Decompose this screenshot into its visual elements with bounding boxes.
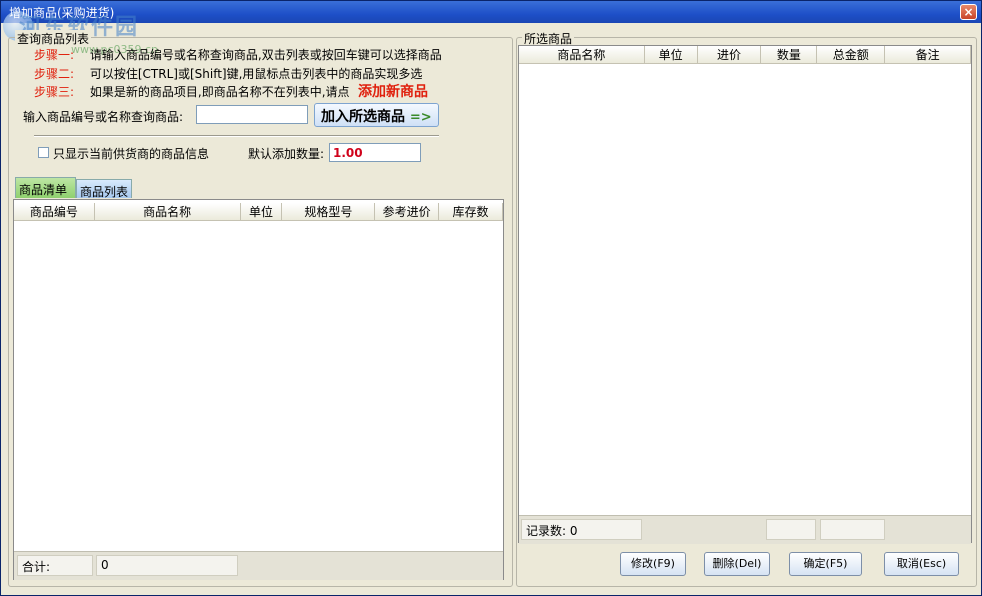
column-header[interactable]: 商品名称 [519, 46, 645, 64]
column-header[interactable]: 数量 [760, 46, 818, 64]
step-text: 如果是新的商品项目,即商品名称不在列表中,请点 [89, 85, 350, 99]
tab-product-inventory[interactable]: 商品清单 [15, 177, 76, 198]
column-header[interactable]: 库存数 [438, 203, 503, 221]
only-current-supplier-label: 只显示当前供货商的商品信息 [53, 147, 210, 161]
add-selected-button[interactable]: 加入所选商品 => [314, 103, 439, 127]
delete-button[interactable]: 删除(Del) [704, 552, 770, 576]
record-count-label: 记录数: [526, 524, 567, 538]
step-label: 步骤二: [34, 67, 75, 81]
step-label: 步骤一: [34, 48, 75, 62]
search-input[interactable] [196, 105, 308, 124]
total-label: 合计: [17, 555, 93, 576]
column-header[interactable]: 参考进价 [374, 203, 440, 221]
tab-product-list[interactable]: 商品列表 [76, 179, 132, 199]
product-list-panel [13, 199, 504, 580]
step-2: 步骤二: 可以按住[CTRL]或[Shift]键,用鼠标点击列表中的商品实现多选 [34, 65, 422, 82]
selected-products-table[interactable]: 商品名称 单位 进价 数量 总金额 备注 [519, 46, 971, 64]
table-header-row: 商品名称 单位 进价 数量 总金额 备注 [519, 46, 971, 64]
column-header[interactable]: 单位 [240, 203, 283, 221]
step-text: 可以按住[CTRL]或[Shift]键,用鼠标点击列表中的商品实现多选 [89, 67, 423, 81]
modify-button[interactable]: 修改(F9) [620, 552, 686, 576]
record-count: 记录数: 0 [521, 519, 642, 540]
column-header[interactable]: 商品名称 [94, 203, 241, 221]
close-button[interactable]: × [960, 4, 977, 20]
footer-cell-empty [820, 519, 885, 540]
dialog-window: 增加商品(采购进货) 河东软件园 × www.pc0359.cn 查询商品列表 … [0, 0, 982, 596]
step-text: 请输入商品编号或名称查询商品,双击列表或按回车键可以选择商品 [89, 48, 442, 62]
arrow-right-icon: => [409, 110, 432, 125]
column-header[interactable]: 商品编号 [14, 203, 95, 221]
divider [34, 135, 439, 137]
footer-cell-empty [766, 519, 816, 540]
confirm-button[interactable]: 确定(F5) [789, 552, 862, 576]
add-new-product-link[interactable]: 添加新商品 [358, 81, 428, 101]
step-1: 步骤一: 请输入商品编号或名称查询商品,双击列表或按回车键可以选择商品 [34, 46, 442, 63]
default-qty-label: 默认添加数量: [248, 147, 325, 161]
column-header[interactable]: 进价 [697, 46, 762, 64]
add-selected-label: 加入所选商品 [321, 109, 405, 125]
only-current-supplier-checkbox[interactable] [38, 147, 49, 158]
column-header[interactable]: 总金额 [816, 46, 886, 64]
title-bar[interactable]: 增加商品(采购进货) 河东软件园 × [1, 1, 981, 41]
step-3: 步骤三: 如果是新的商品项目,即商品名称不在列表中,请点 [34, 83, 350, 100]
column-header[interactable]: 单位 [644, 46, 698, 64]
column-header[interactable]: 备注 [884, 46, 971, 64]
default-qty-input[interactable]: 1.00 [329, 143, 421, 162]
step-label: 步骤三: [34, 85, 75, 99]
cancel-button[interactable]: 取消(Esc) [884, 552, 959, 576]
product-table[interactable]: 商品编号 商品名称 单位 规格型号 参考进价 库存数 [14, 203, 503, 221]
selected-list-panel [518, 45, 972, 543]
total-value: 0 [96, 555, 238, 576]
search-label: 输入商品编号或名称查询商品: [23, 110, 184, 124]
query-products-title: 查询商品列表 [15, 30, 92, 47]
column-header[interactable]: 规格型号 [281, 203, 376, 221]
table-header-row: 商品编号 商品名称 单位 规格型号 参考进价 库存数 [14, 203, 503, 221]
record-count-value: 0 [569, 524, 578, 538]
